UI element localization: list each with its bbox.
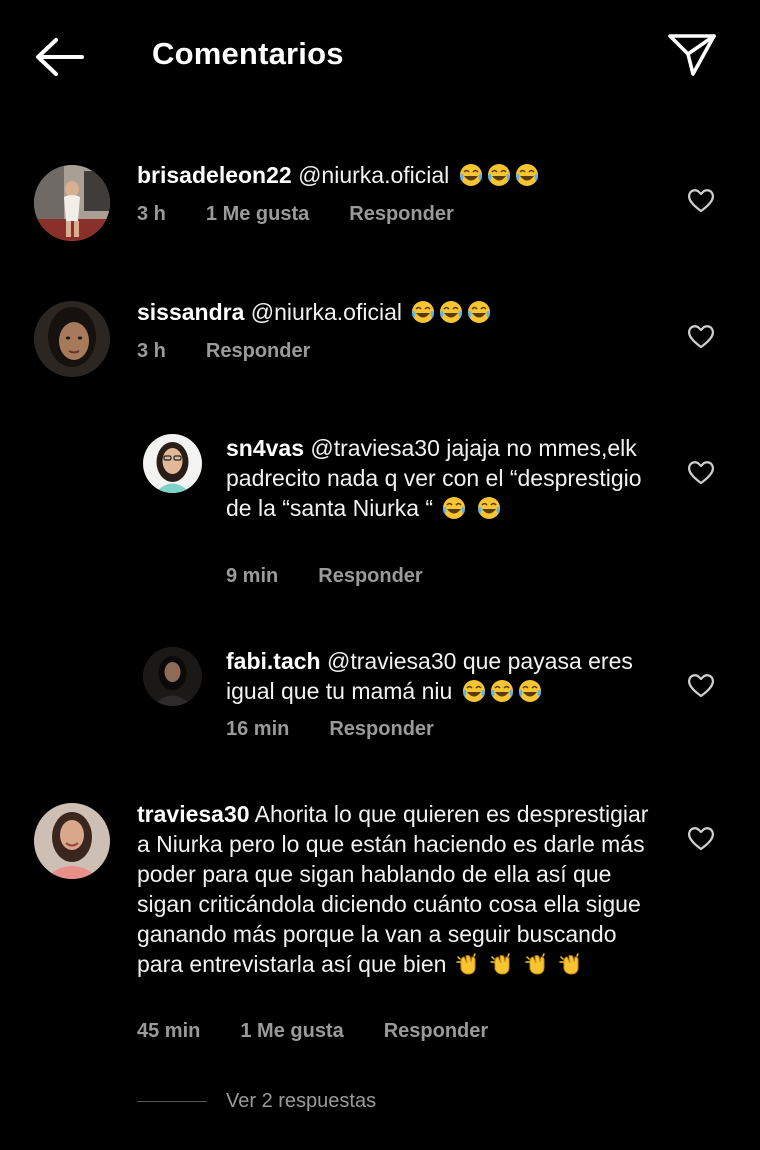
- heart-icon[interactable]: [686, 671, 716, 699]
- username[interactable]: sn4vas: [226, 435, 304, 461]
- comment-meta: 3 h Responder: [137, 340, 350, 363]
- back-arrow-icon[interactable]: [30, 34, 88, 80]
- send-icon[interactable]: [666, 30, 718, 80]
- comment-meta: 3 h 1 Me gusta Responder: [137, 203, 494, 226]
- avatar[interactable]: [143, 647, 202, 706]
- laughing-tears-emoji-icon: [489, 678, 515, 704]
- laughing-tears-emoji-icon: [410, 299, 436, 325]
- comment-text: brisadeleon22 @niurka.oficial: [137, 160, 657, 190]
- laughing-tears-emoji-icon: [441, 495, 467, 521]
- laughing-tears-emoji-icon: [466, 299, 492, 325]
- view-replies-button[interactable]: Ver 2 respuestas: [137, 1086, 376, 1116]
- username[interactable]: fabi.tach: [226, 648, 321, 674]
- heart-icon[interactable]: [686, 824, 716, 852]
- reply-button[interactable]: Responder: [318, 565, 422, 587]
- heart-icon[interactable]: [686, 458, 716, 486]
- clapping-hands-emoji-icon: [455, 951, 481, 977]
- comment-meta: 45 min 1 Me gusta Responder: [137, 1020, 528, 1043]
- timestamp: 3 h: [137, 340, 166, 362]
- comment-text: fabi.tach @traviesa30 que payasa eres ig…: [226, 646, 656, 706]
- emoji-group: [453, 951, 584, 977]
- like-count[interactable]: 1 Me gusta: [206, 203, 309, 225]
- timestamp: 45 min: [137, 1020, 201, 1042]
- emoji-group: [459, 678, 543, 704]
- top-bar: Comentarios: [0, 0, 760, 110]
- comment-content: @niurka.oficial: [250, 299, 402, 325]
- username[interactable]: sissandra: [137, 299, 244, 325]
- clapping-hands-emoji-icon: [489, 951, 515, 977]
- laughing-tears-emoji-icon: [514, 162, 540, 188]
- laughing-tears-emoji-icon: [458, 162, 484, 188]
- avatar[interactable]: [143, 434, 202, 493]
- comment-meta: 16 min Responder: [226, 718, 474, 741]
- heart-icon[interactable]: [686, 186, 716, 214]
- view-replies-label: Ver 2 respuestas: [226, 1089, 377, 1112]
- avatar[interactable]: [34, 165, 110, 241]
- page-title: Comentarios: [152, 36, 344, 71]
- comment-text: traviesa30 Ahorita lo que quieren es des…: [137, 799, 657, 979]
- laughing-tears-emoji-icon: [461, 678, 487, 704]
- reply-button[interactable]: Responder: [329, 718, 433, 740]
- comment-text: sn4vas @traviesa30 jajaja no mmes,elk pa…: [226, 433, 656, 523]
- laughing-tears-emoji-icon: [517, 678, 543, 704]
- divider: [137, 1100, 207, 1102]
- comment-text: sissandra @niurka.oficial: [137, 297, 657, 327]
- username[interactable]: traviesa30: [137, 801, 250, 827]
- reply-button[interactable]: Responder: [206, 340, 310, 362]
- emoji-group: [439, 495, 501, 521]
- clapping-hands-emoji-icon: [558, 951, 584, 977]
- timestamp: 9 min: [226, 565, 279, 587]
- heart-icon[interactable]: [686, 322, 716, 350]
- laughing-tears-emoji-icon: [476, 495, 502, 521]
- emoji-group: [408, 299, 492, 325]
- timestamp: 16 min: [226, 718, 290, 740]
- reply-button[interactable]: Responder: [384, 1020, 488, 1042]
- comment-meta: 9 min Responder: [226, 565, 463, 588]
- emoji-group: [456, 162, 540, 188]
- comment-content: @niurka.oficial: [298, 162, 450, 188]
- avatar[interactable]: [34, 301, 110, 377]
- username[interactable]: brisadeleon22: [137, 162, 292, 188]
- clapping-hands-emoji-icon: [524, 951, 550, 977]
- laughing-tears-emoji-icon: [486, 162, 512, 188]
- timestamp: 3 h: [137, 203, 166, 225]
- like-count[interactable]: 1 Me gusta: [240, 1020, 343, 1042]
- avatar[interactable]: [34, 803, 110, 879]
- laughing-tears-emoji-icon: [438, 299, 464, 325]
- reply-button[interactable]: Responder: [349, 203, 453, 225]
